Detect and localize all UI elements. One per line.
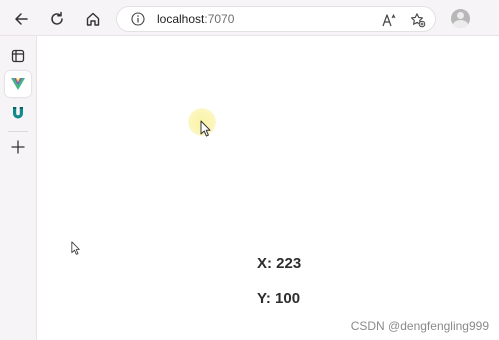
refresh-icon	[51, 11, 63, 25]
browser-toolbar: localhost:7070	[0, 0, 499, 36]
url-host: localhost	[157, 12, 205, 26]
add-favorite-button[interactable]	[408, 10, 428, 30]
add-icon	[11, 140, 25, 154]
tab-actions-button[interactable]	[5, 43, 31, 69]
browser-window: localhost:7070 X: 223 Y: 100 CSDN @dengf…	[0, 0, 499, 340]
back-icon	[15, 13, 28, 25]
mouse-cursor-icon	[200, 120, 211, 137]
home-icon	[86, 12, 100, 26]
sidebar-divider	[8, 131, 28, 132]
profile-button[interactable]	[451, 9, 470, 28]
url-text[interactable]: localhost:7070	[157, 12, 234, 26]
url-port: :7070	[204, 12, 235, 26]
refresh-button[interactable]	[44, 6, 70, 32]
mouse-cursor-icon-secondary	[71, 241, 80, 255]
extension-u-tab[interactable]	[5, 100, 31, 126]
y-coordinate-text: Y: 100	[257, 290, 301, 307]
address-bar[interactable]: localhost:7070	[116, 6, 436, 32]
extension-u-icon	[13, 107, 23, 119]
home-button[interactable]	[80, 6, 106, 32]
tab-actions-icon	[11, 49, 25, 63]
info-icon[interactable]	[131, 12, 145, 26]
vertical-sidebar	[0, 36, 37, 340]
add-sidebar-item-button[interactable]	[5, 134, 31, 160]
watermark-text: CSDN @dengfengling999	[350, 319, 489, 333]
favorites-icon	[410, 13, 426, 28]
vue-devtools-tab[interactable]	[5, 71, 31, 97]
page-content[interactable]: X: 223 Y: 100 CSDN @dengfengling999	[38, 37, 499, 340]
back-button[interactable]	[8, 6, 34, 32]
read-aloud-icon	[382, 13, 396, 27]
vue-devtools-icon	[11, 78, 25, 90]
read-aloud-button[interactable]	[380, 10, 400, 30]
x-coordinate-text: X: 223	[257, 255, 302, 272]
